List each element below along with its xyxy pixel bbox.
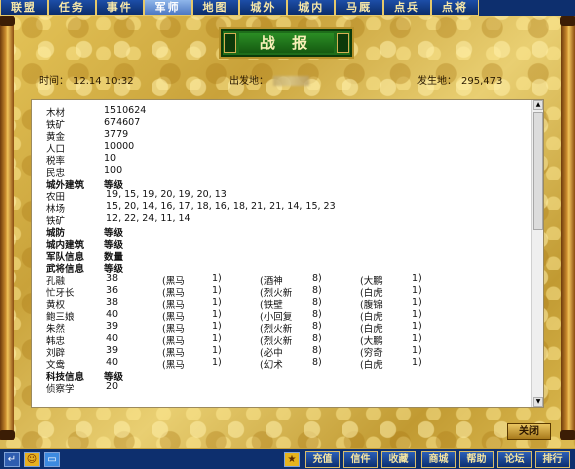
origin-info: 出发地：	[229, 72, 309, 87]
general-level: 36	[106, 285, 119, 296]
tab-stable[interactable]: 马厩	[335, 0, 384, 16]
origin-value-redacted	[273, 76, 309, 86]
general-item-count: 1)	[412, 345, 422, 356]
general-item-count: 1)	[412, 357, 422, 368]
tab-advisor[interactable]: 军师	[143, 0, 192, 16]
resource-value: 10	[104, 153, 117, 164]
general-horse-count: 1)	[212, 297, 222, 308]
destination-value: 295,473	[461, 76, 503, 87]
general-horse-count: 1)	[212, 273, 222, 284]
general-level: 40	[106, 309, 119, 320]
time-value: 12.14 10:32	[73, 76, 134, 87]
time-label: 时间：	[39, 76, 69, 87]
building-levels: 19, 15, 19, 20, 19, 20, 13	[106, 189, 227, 200]
general-skill-count: 8)	[312, 297, 322, 308]
resource-value: 3779	[104, 129, 129, 140]
bottom-button-favorites[interactable]: 收藏	[381, 451, 416, 468]
scroll-down-arrow-icon[interactable]: ▼	[533, 397, 543, 407]
tab-troops[interactable]: 点兵	[383, 0, 432, 16]
general-item-count: 1)	[412, 297, 422, 308]
building-levels: 12, 22, 24, 11, 14	[106, 213, 191, 224]
bottom-button-shop[interactable]: 商城	[421, 451, 456, 468]
tab-alliance[interactable]: 联盟	[0, 0, 48, 16]
building-levels: 15, 20, 14, 16, 17, 18, 16, 18, 21, 21, …	[106, 201, 336, 212]
close-button[interactable]: 关闭	[507, 423, 551, 440]
general-item-count: 1)	[412, 309, 422, 320]
general-horse-count: 1)	[212, 309, 222, 320]
tab-map[interactable]: 地图	[191, 0, 240, 16]
banner-cap-right	[337, 33, 349, 53]
bottom-button-help[interactable]: 帮助	[459, 451, 494, 468]
general-level: 39	[106, 345, 119, 356]
page-title: 战 报	[239, 33, 334, 53]
destination-info: 发生地： 295,473	[417, 72, 502, 87]
banner-cap-left	[224, 33, 236, 53]
bottom-button-ranking[interactable]: 排行	[535, 451, 570, 468]
bottom-button-mail[interactable]: 信件	[343, 451, 378, 468]
report-scrollbar[interactable]: ▲ ▼	[531, 100, 543, 407]
time-info: 时间： 12.14 10:32	[39, 72, 134, 87]
general-skill-count: 8)	[312, 273, 322, 284]
tech-label: 侦察学	[46, 384, 75, 395]
bottom-toolbar: ↵ ☺ ▭ ★ 充值 信件 收藏 商城 帮助 论坛 排行	[0, 448, 575, 469]
destination-label: 发生地：	[417, 76, 457, 87]
title-banner: 战 报	[221, 29, 352, 57]
tab-events[interactable]: 事件	[95, 0, 144, 16]
report-content: 木材 1510624 铁矿 674607 黄金 3779 人口 10000 税率…	[32, 100, 531, 407]
scroll-up-arrow-icon[interactable]: ▲	[533, 100, 543, 110]
general-skill-count: 8)	[312, 285, 322, 296]
return-icon[interactable]: ↵	[4, 452, 20, 467]
general-skill: (幻术	[260, 360, 283, 371]
general-horse-count: 1)	[212, 285, 222, 296]
right-scroll-ornament	[560, 16, 575, 440]
scroll-cap-top	[0, 16, 15, 26]
general-skill-count: 8)	[312, 357, 322, 368]
bottom-button-forum[interactable]: 论坛	[497, 451, 532, 468]
top-nav: 联盟 任务 事件 军师 地图 城外 城内 马厩 点兵 点将	[0, 0, 575, 16]
tab-inner-city[interactable]: 城内	[287, 0, 336, 16]
general-level: 40	[106, 333, 119, 344]
smiley-icon[interactable]: ☺	[24, 452, 40, 467]
general-level: 39	[106, 321, 119, 332]
general-horse-count: 1)	[212, 357, 222, 368]
tech-level: 20	[106, 381, 119, 392]
general-item-count: 1)	[412, 273, 422, 284]
battle-report-panel[interactable]: 木材 1510624 铁矿 674607 黄金 3779 人口 10000 税率…	[31, 99, 544, 408]
scroll-cap-top	[560, 16, 575, 26]
scroll-thumb[interactable]	[533, 112, 543, 230]
general-level: 40	[106, 357, 119, 368]
general-horse-count: 1)	[212, 333, 222, 344]
star-icon[interactable]: ★	[284, 452, 300, 467]
screen-icon[interactable]: ▭	[44, 452, 60, 467]
general-item-count: 1)	[412, 321, 422, 332]
general-horse-count: 1)	[212, 321, 222, 332]
general-horse: (黑马	[162, 360, 185, 371]
resource-value: 100	[104, 165, 123, 176]
origin-label: 出发地：	[229, 76, 269, 87]
general-level: 38	[106, 297, 119, 308]
general-skill-count: 8)	[312, 333, 322, 344]
general-level: 38	[106, 273, 119, 284]
general-item-count: 1)	[412, 285, 422, 296]
bottom-button-recharge[interactable]: 充值	[305, 451, 340, 468]
scroll-cap-bottom	[560, 430, 575, 440]
tab-generals[interactable]: 点将	[431, 0, 479, 16]
tab-tasks[interactable]: 任务	[47, 0, 96, 16]
general-item: (白虎	[360, 360, 383, 371]
general-skill-count: 8)	[312, 309, 322, 320]
general-skill-count: 8)	[312, 345, 322, 356]
general-skill-count: 8)	[312, 321, 322, 332]
tab-outer-city[interactable]: 城外	[239, 0, 288, 16]
resource-value: 674607	[104, 117, 141, 128]
scroll-cap-bottom	[0, 430, 15, 440]
left-scroll-ornament	[0, 16, 15, 440]
resource-value: 10000	[104, 141, 135, 152]
general-horse-count: 1)	[212, 345, 222, 356]
general-item-count: 1)	[412, 333, 422, 344]
resource-value: 1510624	[104, 105, 147, 116]
